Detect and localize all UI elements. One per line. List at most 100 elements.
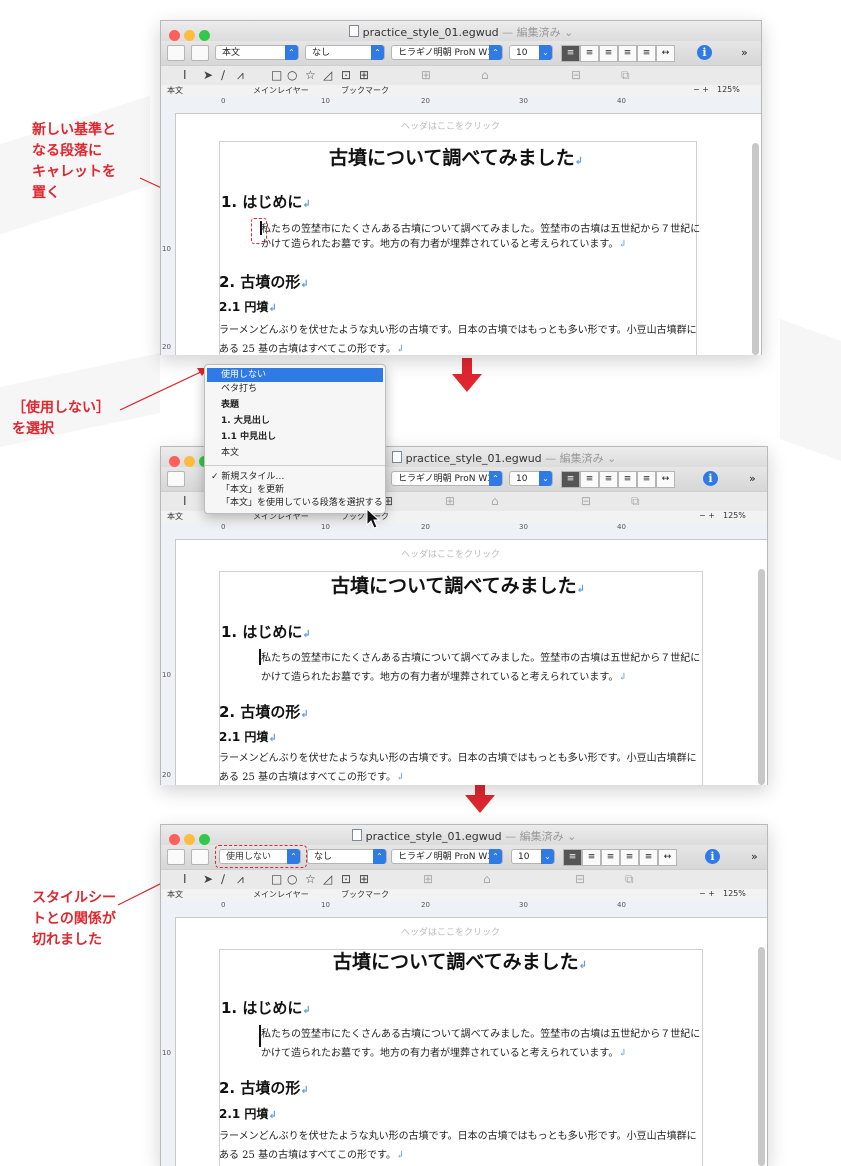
- align-even-button[interactable]: ≡: [639, 849, 658, 866]
- align-distribute-button[interactable]: ↔: [656, 45, 675, 62]
- align-distribute-button[interactable]: ↔: [656, 471, 675, 488]
- layer-select[interactable]: メインレイヤー: [253, 85, 309, 96]
- paragraph-1[interactable]: 私たちの笠埜市にたくさんある古墳について調べてみました。笠埜市の古墳は五世紀から…: [261, 649, 700, 683]
- font-size-select[interactable]: 10 ⌄: [509, 471, 553, 486]
- text-cursor-tool-icon[interactable]: Ⅰ: [183, 494, 187, 508]
- bookmark-select[interactable]: ブックマーク: [341, 85, 389, 96]
- align-even-button[interactable]: ≡: [637, 45, 656, 62]
- group-icon[interactable]: ⊞: [421, 68, 431, 82]
- polygon-tool-icon[interactable]: ◿: [323, 872, 332, 886]
- crosshair-icon[interactable]: [167, 45, 185, 61]
- align-justify-button[interactable]: ≡: [620, 849, 639, 866]
- minimize-button[interactable]: [184, 456, 195, 467]
- crosshair-icon[interactable]: [167, 471, 185, 487]
- textbox-tool-icon[interactable]: ⊡: [341, 872, 351, 886]
- align-left-button[interactable]: ≡: [561, 45, 580, 62]
- vertical-ruler[interactable]: 10: [161, 917, 176, 1166]
- menu-item-plain[interactable]: ベタ打ち: [207, 382, 383, 396]
- polyline-tool-icon[interactable]: ⩘: [237, 68, 244, 83]
- align-right-button[interactable]: ≡: [599, 471, 618, 488]
- align-center-button[interactable]: ≡: [580, 45, 599, 62]
- align-center-button[interactable]: ≡: [580, 471, 599, 488]
- table-tool-icon[interactable]: ⊞: [359, 872, 369, 886]
- more-button[interactable]: »: [741, 46, 748, 59]
- paragraph-1[interactable]: 私たちの笠埜市にたくさんある古墳について調べてみました。笠埜市の古墳は五世紀から…: [261, 220, 700, 250]
- zoom-controls[interactable]: − +: [693, 85, 709, 94]
- horizontal-ruler[interactable]: 0 10 20 30 40: [161, 901, 767, 918]
- header-hint[interactable]: ヘッダはここをクリック: [401, 547, 500, 560]
- paragraph-style-select[interactable]: 本文 ⌃: [215, 45, 299, 60]
- crosshair-icon[interactable]: [167, 849, 185, 865]
- lock-icon[interactable]: ⌂: [491, 494, 499, 508]
- info-icon[interactable]: i: [703, 471, 718, 486]
- arrange-icon[interactable]: ⧉: [631, 494, 640, 509]
- menu-item-new-style[interactable]: ✓ 新規スタイル…: [207, 470, 383, 484]
- info-icon[interactable]: i: [705, 849, 720, 864]
- rect-tool-icon[interactable]: □: [271, 68, 282, 82]
- paragraph-2[interactable]: ラーメンどんぶりを伏せたような丸い形の古墳です。日本の古墳ではもっとも多い形です…: [219, 1127, 697, 1161]
- more-button[interactable]: »: [749, 472, 756, 485]
- align-objects-icon[interactable]: ⊟: [575, 872, 585, 886]
- align-left-button[interactable]: ≡: [561, 471, 580, 488]
- font-size-select[interactable]: 10 ⌄: [511, 849, 555, 864]
- polygon-tool-icon[interactable]: ◿: [323, 68, 332, 82]
- pointer-tool-icon[interactable]: ➤: [203, 68, 213, 82]
- paragraph-2[interactable]: ラーメンどんぶりを伏せたような丸い形の古墳です。日本の古墳ではもっとも多い形です…: [219, 321, 697, 355]
- align-left-button[interactable]: ≡: [563, 849, 582, 866]
- zoom-controls[interactable]: − +: [699, 889, 715, 898]
- sidebar-toggle-icon[interactable]: [191, 849, 209, 865]
- layer-select[interactable]: メインレイヤー: [253, 889, 309, 900]
- char-style-select[interactable]: なし ⌃: [305, 45, 385, 60]
- zoom-level[interactable]: 125%: [717, 85, 740, 94]
- header-hint[interactable]: ヘッダはここをクリック: [401, 119, 500, 132]
- info-icon[interactable]: i: [697, 45, 712, 60]
- text-cursor-tool-icon[interactable]: Ⅰ: [183, 68, 187, 82]
- line-tool-icon[interactable]: ∕: [221, 872, 225, 886]
- arrange-icon[interactable]: ⧉: [621, 68, 630, 83]
- align-even-button[interactable]: ≡: [637, 471, 656, 488]
- pointer-tool-icon[interactable]: ➤: [203, 872, 213, 886]
- line-tool-icon[interactable]: ∕: [221, 68, 225, 82]
- ellipse-tool-icon[interactable]: ○: [287, 872, 297, 886]
- menu-item-body[interactable]: 本文: [207, 446, 383, 460]
- horizontal-ruler[interactable]: 0 10 20 30 40: [161, 97, 761, 114]
- menu-item-title[interactable]: 表題: [207, 398, 383, 412]
- ellipse-tool-icon[interactable]: ○: [287, 68, 297, 82]
- align-objects-icon[interactable]: ⊟: [571, 68, 581, 82]
- vertical-scrollbar[interactable]: [758, 947, 765, 1166]
- lock-icon[interactable]: ⌂: [483, 872, 491, 886]
- close-button[interactable]: [169, 456, 180, 467]
- align-distribute-button[interactable]: ↔: [658, 849, 677, 866]
- paragraph-2[interactable]: ラーメンどんぶりを伏せたような丸い形の古墳です。日本の古墳ではもっとも多い形です…: [219, 749, 697, 783]
- arrange-icon[interactable]: ⧉: [625, 872, 634, 887]
- menu-item-heading-medium[interactable]: 1.1 中見出し: [207, 430, 383, 444]
- char-style-select[interactable]: なし ⌃: [307, 849, 387, 864]
- align-justify-button[interactable]: ≡: [618, 45, 637, 62]
- zoom-level[interactable]: 125%: [723, 889, 746, 898]
- more-button[interactable]: »: [751, 850, 758, 863]
- align-justify-button[interactable]: ≡: [618, 471, 637, 488]
- bookmark-select[interactable]: ブックマーク: [341, 889, 389, 900]
- star-tool-icon[interactable]: ☆: [305, 872, 316, 886]
- text-cursor-tool-icon[interactable]: Ⅰ: [183, 872, 187, 886]
- vertical-scrollbar[interactable]: [752, 143, 759, 355]
- table-tool-icon[interactable]: ⊞: [359, 68, 369, 82]
- menu-item-update-body[interactable]: 「本文」を更新: [207, 483, 383, 497]
- group-icon[interactable]: ⊞: [445, 494, 455, 508]
- star-tool-icon[interactable]: ☆: [305, 68, 316, 82]
- font-select[interactable]: ヒラギノ明朝 ProN W3 ⌃: [391, 471, 503, 486]
- header-hint[interactable]: ヘッダはここをクリック: [401, 925, 500, 938]
- vertical-ruler[interactable]: 10 20: [161, 113, 176, 355]
- menu-item-heading-large[interactable]: 1. 大見出し: [207, 414, 383, 428]
- font-select[interactable]: ヒラギノ明朝 ProN W3 ⌃: [391, 849, 503, 864]
- sidebar-toggle-icon[interactable]: [191, 45, 209, 61]
- vertical-ruler[interactable]: 10 20: [161, 539, 176, 785]
- menu-item-select-paragraphs[interactable]: 「本文」を使用している段落を選択する: [207, 496, 383, 510]
- horizontal-ruler[interactable]: 0 10 20 30 40: [161, 523, 767, 540]
- polyline-tool-icon[interactable]: ⩘: [237, 872, 244, 887]
- zoom-level[interactable]: 125%: [723, 511, 746, 520]
- font-select[interactable]: ヒラギノ明朝 ProN W3 ⌃: [391, 45, 503, 60]
- lock-icon[interactable]: ⌂: [481, 68, 489, 82]
- font-size-select[interactable]: 10 ⌄: [509, 45, 553, 60]
- menu-item-none[interactable]: 使用しない: [207, 368, 383, 382]
